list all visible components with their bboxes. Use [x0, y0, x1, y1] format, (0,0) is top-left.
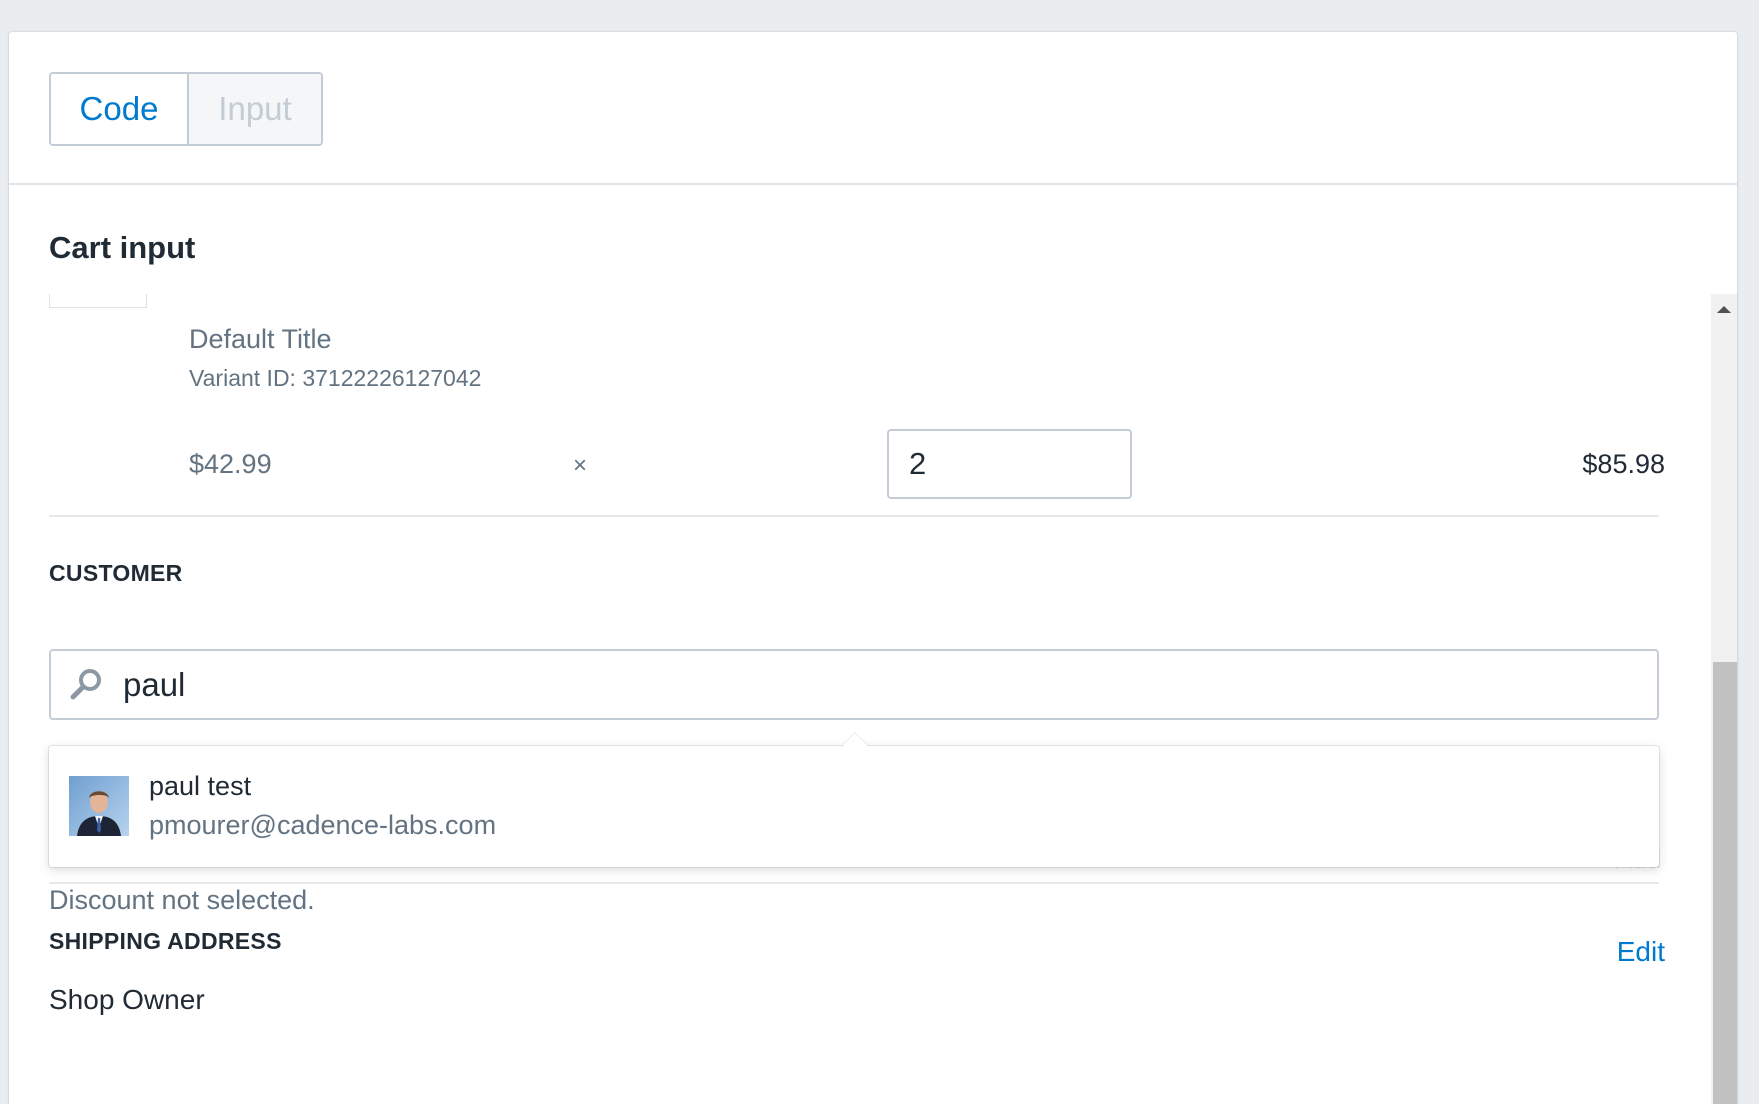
header-divider — [9, 183, 1737, 185]
shipping-edit-link[interactable]: Edit — [1617, 936, 1665, 968]
customer-avatar — [69, 776, 129, 836]
customer-search-field[interactable] — [49, 649, 1659, 720]
scrollbar[interactable] — [1711, 294, 1737, 1104]
cart-scroll-area[interactable]: Default Title Variant ID: 37122226127042… — [9, 294, 1737, 1104]
product-thumbnail — [49, 294, 147, 308]
quantity-input[interactable] — [887, 429, 1132, 499]
customer-search-input[interactable] — [121, 659, 1625, 711]
customer-result-item[interactable]: paul test pmourer@cadence-labs.com — [49, 746, 1659, 867]
tab-input[interactable]: Input — [189, 74, 321, 144]
scroll-up-arrow-icon[interactable] — [1711, 294, 1737, 324]
line-total: $85.98 — [1582, 449, 1665, 479]
page-title: Cart input — [49, 230, 196, 265]
customer-result-email: pmourer@cadence-labs.com — [149, 810, 497, 840]
unit-price: $42.99 — [189, 449, 272, 479]
variant-id: Variant ID: 37122226127042 — [189, 365, 482, 391]
tab-code[interactable]: Code — [51, 74, 189, 144]
times-symbol: × — [573, 452, 588, 479]
line-item-divider — [49, 515, 1659, 517]
search-icon — [70, 669, 101, 700]
dropdown-caret — [841, 733, 869, 747]
discount-divider — [49, 882, 1659, 884]
scrollbar-thumb[interactable] — [1713, 662, 1737, 1104]
discount-status: Discount not selected. — [49, 885, 315, 915]
customer-result-name: paul test — [149, 771, 252, 801]
cart-input-card: Code Input Cart input Default Title Vari… — [9, 32, 1737, 1104]
customer-results-dropdown: paul test pmourer@cadence-labs.com — [49, 733, 1659, 867]
shipping-section-title: SHIPPING ADDRESS — [49, 928, 282, 954]
variant-title: Default Title — [189, 324, 332, 354]
shipping-name: Shop Owner — [49, 984, 205, 1015]
view-tabs: Code Input — [49, 72, 323, 146]
customer-section-title: CUSTOMER — [49, 560, 183, 586]
